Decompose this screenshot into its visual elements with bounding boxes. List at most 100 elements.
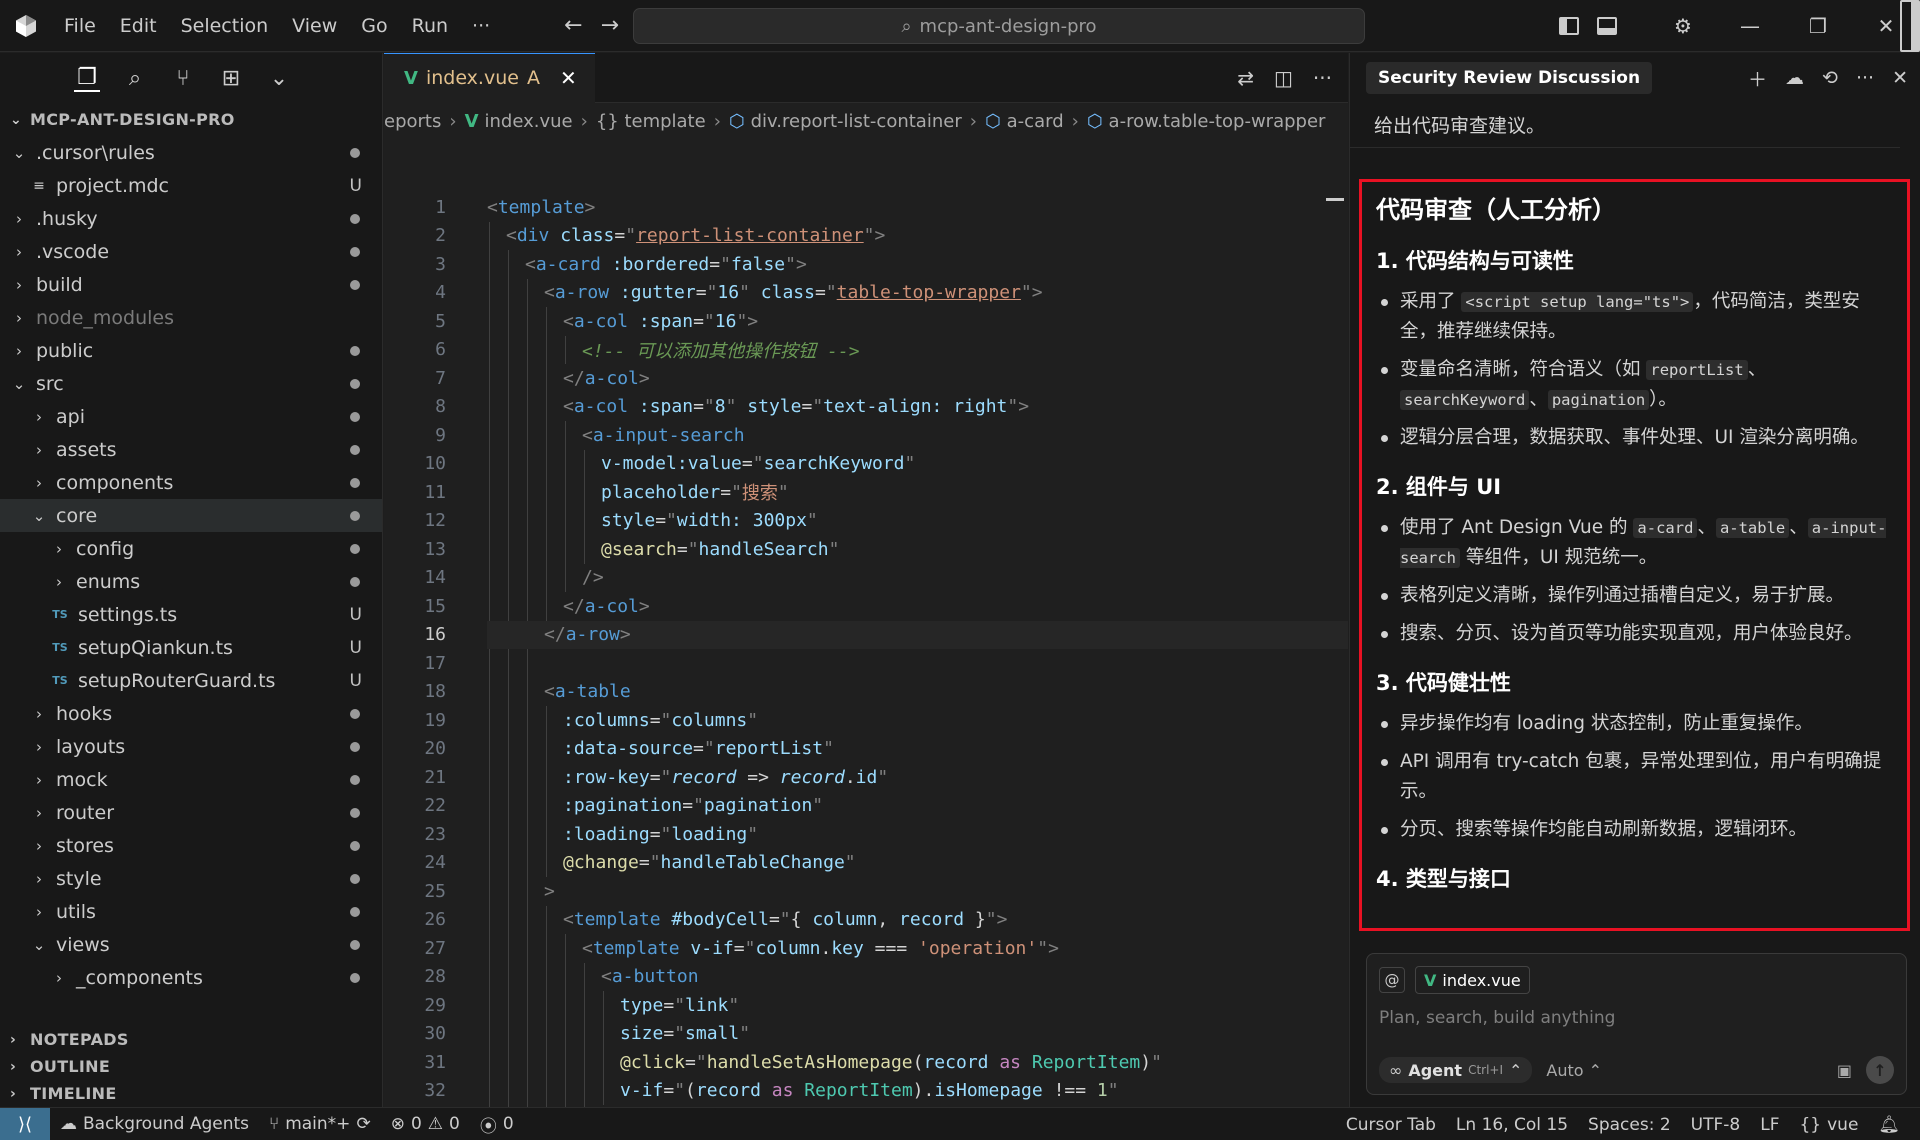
tree-item[interactable]: › layouts — [0, 730, 382, 763]
menu-item-run[interactable]: Run — [400, 15, 460, 37]
remote-indicator-icon[interactable]: ⟩⟨ — [0, 1107, 50, 1140]
tree-item[interactable]: › mock — [0, 763, 382, 796]
code-line[interactable]: 15 </a-col > — [384, 592, 1348, 621]
source-control-icon[interactable]: ⑂ — [170, 66, 196, 91]
code-line[interactable]: 23:loading = " loading " — [384, 820, 1348, 849]
code-line[interactable]: 20:data-source = " reportList " — [384, 735, 1348, 764]
toggle-panel-icon[interactable] — [1588, 0, 1626, 52]
code-line[interactable]: 18 < a-table — [384, 678, 1348, 707]
toggle-secondary-sidebar-icon[interactable] — [1626, 0, 1920, 52]
tree-item[interactable]: ≡ project.mdc U — [0, 169, 382, 202]
tree-item[interactable]: TS setupQiankun.ts U — [0, 631, 382, 664]
more-views-chevron-icon[interactable]: ⌄ — [266, 66, 292, 91]
code-line[interactable]: 21:row-key = " record => record. id " — [384, 763, 1348, 792]
code-line[interactable]: 9 < a-input-search — [384, 421, 1348, 450]
tree-item[interactable]: › stores — [0, 829, 382, 862]
menu-item-file[interactable]: File — [52, 15, 108, 37]
code-line[interactable]: 32 v-if = "(record as ReportItem). isHomepag… — [384, 1077, 1348, 1106]
split-editor-icon[interactable]: ◫ — [1274, 66, 1293, 90]
menu-item-view[interactable]: View — [280, 15, 349, 37]
close-chat-icon[interactable]: ✕ — [1892, 67, 1908, 89]
settings-gear-icon[interactable]: ⚙ — [1664, 0, 1702, 52]
section-timeline[interactable]: › TIMELINE — [0, 1080, 382, 1107]
code-line[interactable]: 3 < a-card :bordered = " false " > — [384, 250, 1348, 279]
code-line[interactable]: 12 style = " width: 300px " — [384, 507, 1348, 536]
code-line[interactable]: 10 v-model:value = " searchKeyword " — [384, 450, 1348, 479]
cloud-icon[interactable]: ☁ — [1785, 67, 1804, 89]
breadcrumb-item[interactable]: Vindex.vue — [465, 111, 573, 132]
code-line[interactable]: 22:pagination = " pagination " — [384, 792, 1348, 821]
code-line[interactable]: 14 /> — [384, 564, 1348, 593]
breadcrumb-item[interactable]: ⬡ a-row.table-top-wrapper — [1087, 111, 1326, 132]
tree-item[interactable]: › assets — [0, 433, 382, 466]
context-file-chip[interactable]: V index.vue — [1415, 966, 1530, 994]
code-line[interactable]: 28 < a-button — [384, 963, 1348, 992]
ports-indicator[interactable]: ⦿ 0 — [470, 1112, 524, 1137]
code-line[interactable]: 26 < template #bodyCell = "{ column, record … — [384, 906, 1348, 935]
problems-indicator[interactable]: ⊗ 0 ⚠ 0 — [381, 1114, 470, 1134]
indentation[interactable]: Spaces: 2 — [1578, 1115, 1681, 1135]
explorer-files-icon[interactable]: ❐ — [74, 65, 100, 92]
search-view-icon[interactable]: ⌕ — [122, 66, 148, 91]
tree-item[interactable]: ⌄ src — [0, 367, 382, 400]
compare-changes-icon[interactable]: ⇄ — [1237, 66, 1254, 90]
code-line[interactable]: 25 > — [384, 877, 1348, 906]
explorer-project-header[interactable]: ⌄ MCP-ANT-DESIGN-PRO — [0, 103, 382, 136]
new-chat-icon[interactable]: ＋ — [1748, 65, 1767, 92]
tree-item[interactable]: › _components — [0, 961, 382, 994]
send-button[interactable]: ↑ — [1866, 1056, 1894, 1084]
code-line[interactable]: 27 < template v-if = " column. key === 'operat… — [384, 934, 1348, 963]
code-line[interactable]: 1 < template > — [384, 193, 1348, 222]
menu-item-go[interactable]: Go — [349, 15, 399, 37]
background-agents[interactable]: ☁ Background Agents — [50, 1114, 259, 1134]
cursor-tab-status[interactable]: Cursor Tab — [1336, 1115, 1446, 1135]
minimize-button[interactable]: — — [1716, 0, 1784, 52]
code-line[interactable]: 24 @change = " handleTableChange " — [384, 849, 1348, 878]
image-attach-icon[interactable]: ▣ — [1837, 1061, 1852, 1080]
restore-button[interactable]: ❐ — [1784, 0, 1852, 52]
tree-item[interactable]: › enums — [0, 565, 382, 598]
chat-title[interactable]: Security Review Discussion — [1366, 62, 1653, 94]
tree-item[interactable]: › api — [0, 400, 382, 433]
tree-item[interactable]: › config — [0, 532, 382, 565]
end-of-line[interactable]: LF — [1750, 1115, 1789, 1135]
code-lines[interactable]: 1 < template >2 < div class = " report-list-cont… — [384, 193, 1348, 1140]
breadcrumb-item[interactable]: eports — [384, 111, 441, 132]
code-line[interactable]: 8 < a-col :span = " 8 " style = " text-align: rig… — [384, 393, 1348, 422]
model-selector[interactable]: Auto ⌃ — [1546, 1061, 1602, 1080]
git-branch[interactable]: ⑂ main*+ ⟳ — [259, 1114, 381, 1134]
code-line[interactable]: 7 </a-col > — [384, 364, 1348, 393]
tree-item[interactable]: ⌄ .cursor\rules — [0, 136, 382, 169]
tree-item[interactable]: › router — [0, 796, 382, 829]
forward-arrow-icon[interactable]: → — [601, 13, 619, 38]
code-line[interactable]: 16 </a-row > — [384, 620, 1348, 649]
tree-item[interactable]: › node_modules — [0, 301, 382, 334]
encoding[interactable]: UTF-8 — [1681, 1115, 1751, 1135]
tab-index-vue[interactable]: V index.vue A ✕ — [384, 52, 595, 103]
section-notepads[interactable]: › NOTEPADS — [0, 1026, 382, 1053]
tree-item[interactable]: › hooks — [0, 697, 382, 730]
more-actions-icon[interactable]: ··· — [1313, 66, 1332, 90]
agent-mode-selector[interactable]: ∞ Agent Ctrl+I ⌃ — [1379, 1057, 1533, 1083]
code-line[interactable]: 19:columns = " columns " — [384, 706, 1348, 735]
tree-item[interactable]: › public — [0, 334, 382, 367]
tree-item[interactable]: TS settings.ts U — [0, 598, 382, 631]
tree-item[interactable]: › style — [0, 862, 382, 895]
menu-item-more[interactable]: ··· — [460, 15, 502, 37]
cursor-position[interactable]: Ln 16, Col 15 — [1446, 1115, 1578, 1135]
code-line[interactable]: 29 type = " link " — [384, 991, 1348, 1020]
code-line[interactable]: 30 size = " small " — [384, 1020, 1348, 1049]
code-line[interactable]: 5 < a-col :span = " 16 " > — [384, 307, 1348, 336]
breadcrumb-item[interactable]: ⬡ div.report-list-container — [729, 111, 962, 132]
breadcrumb-item[interactable]: ⬡ a-card — [985, 111, 1064, 132]
code-line[interactable]: 4 < a-row :gutter = " 16 " class = " table-top-wr… — [384, 279, 1348, 308]
notifications-bell-icon[interactable]: 🔔︎ — [1868, 1115, 1910, 1135]
tree-item[interactable]: › .vscode — [0, 235, 382, 268]
menu-item-edit[interactable]: Edit — [108, 15, 169, 37]
extensions-icon[interactable]: ⊞ — [218, 66, 244, 91]
tree-item[interactable]: › components — [0, 466, 382, 499]
section-outline[interactable]: › OUTLINE — [0, 1053, 382, 1080]
back-arrow-icon[interactable]: ← — [564, 13, 582, 38]
chat-input[interactable]: Plan, search, build anything — [1367, 994, 1906, 1042]
tree-item[interactable]: › utils — [0, 895, 382, 928]
